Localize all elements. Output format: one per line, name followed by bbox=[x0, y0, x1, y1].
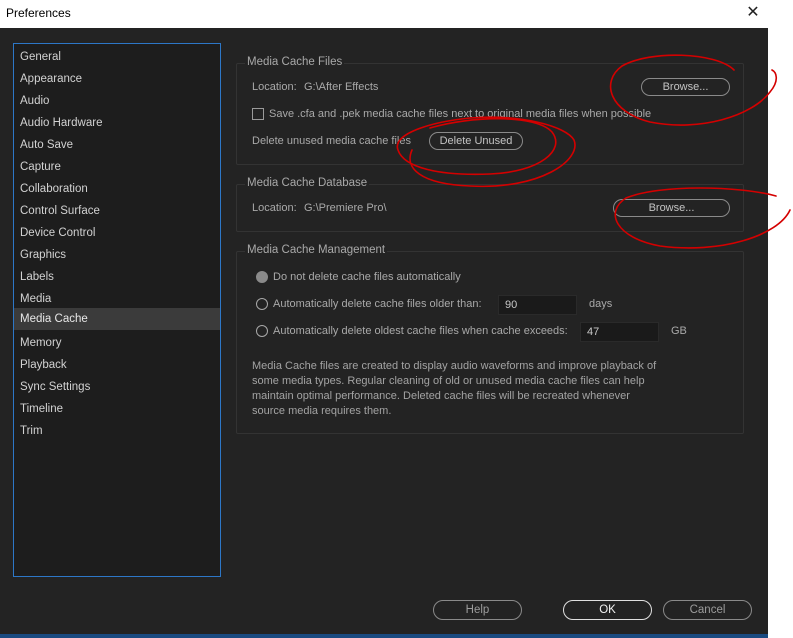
media-cache-management-group: Media Cache Management Do not delete cac… bbox=[236, 244, 744, 434]
files-browse-button[interactable]: Browse... bbox=[641, 78, 730, 96]
sidebar-item-timeline[interactable]: Timeline bbox=[14, 398, 220, 420]
delete-unused-button[interactable]: Delete Unused bbox=[429, 132, 523, 150]
database-location-label: Location: bbox=[252, 202, 297, 214]
close-button[interactable]: ✕ bbox=[738, 2, 768, 24]
sidebar-item-control-surface[interactable]: Control Surface bbox=[14, 200, 220, 222]
ok-button[interactable]: OK bbox=[563, 600, 652, 620]
media-cache-database-legend: Media Cache Database bbox=[245, 177, 370, 189]
days-unit-label: days bbox=[589, 298, 613, 310]
sidebar-item-media-cache[interactable]: Media Cache bbox=[14, 308, 220, 330]
radio-delete-when-exceeds-label: Automatically delete oldest cache files … bbox=[273, 325, 568, 337]
media-cache-database-group: Media Cache Database Location: G:\Premie… bbox=[236, 177, 744, 232]
sidebar-item-media[interactable]: Media bbox=[14, 288, 220, 310]
cancel-button[interactable]: Cancel bbox=[663, 600, 752, 620]
days-input[interactable] bbox=[498, 295, 577, 315]
sidebar-item-collaboration[interactable]: Collaboration bbox=[14, 178, 220, 200]
sidebar-item-auto-save[interactable]: Auto Save bbox=[14, 134, 220, 156]
database-location-value: G:\Premiere Pro\ bbox=[304, 202, 387, 214]
media-cache-management-legend: Media Cache Management bbox=[245, 244, 388, 256]
window-title: Preferences bbox=[6, 6, 71, 20]
sidebar-item-graphics[interactable]: Graphics bbox=[14, 244, 220, 266]
gb-input[interactable] bbox=[580, 322, 659, 342]
sidebar-item-audio[interactable]: Audio bbox=[14, 90, 220, 112]
radio-delete-older-than[interactable] bbox=[256, 298, 268, 310]
sidebar-item-general[interactable]: General bbox=[14, 46, 220, 68]
preferences-dialog: General Appearance Audio Audio Hardware … bbox=[0, 28, 768, 634]
media-cache-files-group: Media Cache Files Location: G:\After Eff… bbox=[236, 56, 744, 165]
sidebar-item-audio-hardware[interactable]: Audio Hardware bbox=[14, 112, 220, 134]
radio-delete-older-than-label: Automatically delete cache files older t… bbox=[273, 298, 482, 310]
bottom-edge bbox=[0, 634, 768, 638]
media-cache-note: Media Cache files are created to display… bbox=[252, 360, 657, 417]
sidebar-item-appearance[interactable]: Appearance bbox=[14, 68, 220, 90]
files-location-label: Location: bbox=[252, 81, 297, 93]
preferences-sidebar: General Appearance Audio Audio Hardware … bbox=[13, 43, 221, 577]
sidebar-item-trim[interactable]: Trim bbox=[14, 420, 220, 442]
title-bar: Preferences ✕ bbox=[0, 0, 793, 28]
sidebar-item-playback[interactable]: Playback bbox=[14, 354, 220, 376]
help-button[interactable]: Help bbox=[433, 600, 522, 620]
delete-unused-label: Delete unused media cache files bbox=[252, 135, 411, 147]
gb-unit-label: GB bbox=[671, 325, 687, 337]
radio-delete-when-exceeds[interactable] bbox=[256, 325, 268, 337]
sidebar-item-memory[interactable]: Memory bbox=[14, 332, 220, 354]
sidebar-item-labels[interactable]: Labels bbox=[14, 266, 220, 288]
media-cache-files-legend: Media Cache Files bbox=[245, 56, 345, 68]
radio-do-not-delete[interactable] bbox=[256, 271, 268, 283]
save-cfa-pek-label: Save .cfa and .pek media cache files nex… bbox=[269, 108, 652, 120]
sidebar-item-sync-settings[interactable]: Sync Settings bbox=[14, 376, 220, 398]
window-margin bbox=[768, 28, 793, 638]
files-location-value: G:\After Effects bbox=[304, 81, 379, 93]
sidebar-item-capture[interactable]: Capture bbox=[14, 156, 220, 178]
database-browse-button[interactable]: Browse... bbox=[613, 199, 730, 217]
sidebar-item-device-control[interactable]: Device Control bbox=[14, 222, 220, 244]
save-cfa-pek-checkbox[interactable] bbox=[252, 108, 264, 120]
radio-do-not-delete-label: Do not delete cache files automatically bbox=[273, 271, 461, 283]
close-icon: ✕ bbox=[746, 4, 760, 21]
